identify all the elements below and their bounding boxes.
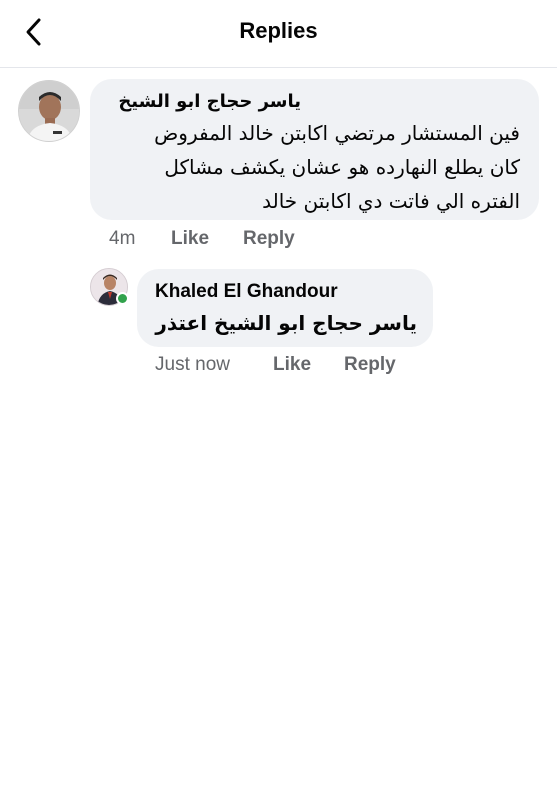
comment-text: ياسر حجاج ابو الشيخ اعتذر <box>155 311 417 335</box>
like-button[interactable]: Like <box>273 354 311 376</box>
online-status-indicator <box>116 292 129 305</box>
top-bar: Replies <box>0 0 557 68</box>
comment-author[interactable]: ياسر حجاج ابو الشيخ <box>118 91 301 112</box>
reply-button[interactable]: Reply <box>344 354 396 376</box>
comment-timestamp: 4m <box>109 228 136 249</box>
avatar[interactable] <box>18 80 80 142</box>
page-title: Replies <box>239 18 318 43</box>
reply-button[interactable]: Reply <box>243 228 295 250</box>
comment-timestamp: Just now <box>155 354 230 375</box>
person-photo <box>19 81 79 141</box>
like-button[interactable]: Like <box>171 228 209 250</box>
comment-author[interactable]: Khaled El Ghandour <box>155 281 338 303</box>
comment-text: فين المستشار مرتضي اكابتن خالد المفروض ك… <box>154 121 520 213</box>
